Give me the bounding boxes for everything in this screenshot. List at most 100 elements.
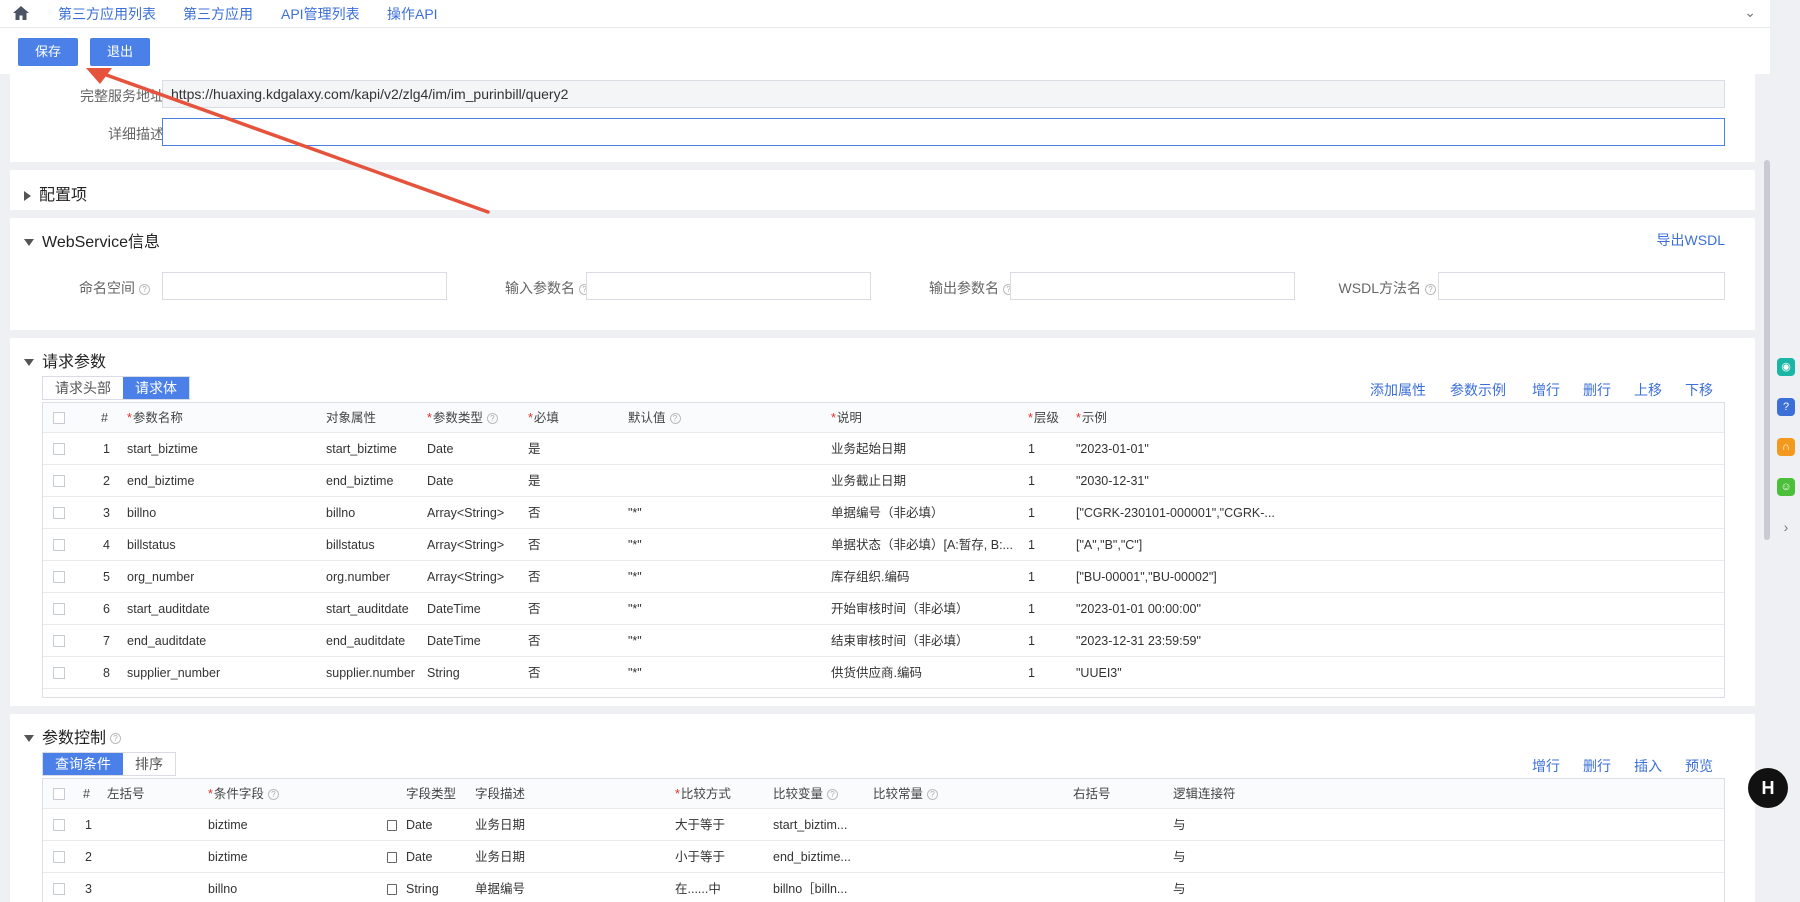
row-field-type[interactable]: Date: [406, 841, 432, 873]
row-checkbox[interactable]: [53, 603, 65, 615]
row-index[interactable]: 5: [103, 561, 110, 593]
copy-icon[interactable]: [387, 852, 397, 863]
add-row-link[interactable]: 增行: [1532, 756, 1560, 776]
expand-icon[interactable]: ›: [1777, 518, 1795, 536]
row-compare-mode[interactable]: 小于等于: [675, 841, 725, 873]
row-param-type[interactable]: Array<String>: [427, 497, 504, 529]
row-condition-field[interactable]: billno: [208, 873, 237, 902]
row-param-type[interactable]: Date: [427, 433, 453, 465]
row-example[interactable]: ["CGRK-230101-000001","CGRK-...: [1076, 497, 1275, 529]
output-param-input[interactable]: [1010, 272, 1295, 300]
desc-field[interactable]: [162, 118, 1725, 146]
row-field-type[interactable]: Date: [406, 809, 432, 841]
row-level[interactable]: 1: [1028, 657, 1035, 689]
row-description[interactable]: 供货供应商.编码: [831, 657, 922, 689]
row-checkbox[interactable]: [53, 635, 65, 647]
row-logic-connector[interactable]: 与: [1173, 841, 1186, 873]
tab-query-condition[interactable]: 查询条件: [43, 753, 123, 775]
row-example[interactable]: "2023-12-31 23:59:59": [1076, 625, 1201, 657]
row-param-type[interactable]: Array<String>: [427, 529, 504, 561]
row-index[interactable]: 1: [103, 433, 110, 465]
row-required[interactable]: 是: [528, 465, 541, 497]
row-field-desc[interactable]: 业务日期: [475, 809, 525, 841]
copy-icon[interactable]: [387, 820, 397, 831]
row-param-type[interactable]: DateTime: [427, 593, 481, 625]
row-compare-var[interactable]: billno［billn...: [773, 873, 847, 902]
row-param-type[interactable]: Date: [427, 465, 453, 497]
row-condition-field[interactable]: biztime: [208, 809, 248, 841]
row-field-type[interactable]: String: [406, 873, 439, 902]
tab-api-list[interactable]: API管理列表: [281, 4, 360, 24]
save-button[interactable]: 保存: [18, 38, 78, 66]
row-example[interactable]: "2030-12-31": [1076, 465, 1149, 497]
row-level[interactable]: 1: [1028, 625, 1035, 657]
row-description[interactable]: 单据状态（非必填）[A:暂存, B:...: [831, 529, 1013, 561]
row-object-attr[interactable]: end_auditdate: [326, 625, 405, 657]
row-example[interactable]: ["BU-00001","BU-00002"]: [1076, 561, 1217, 593]
table-row[interactable]: 2 biztime Date 业务日期 小于等于 end_biztime... 与: [43, 841, 1724, 873]
row-default[interactable]: "*": [628, 497, 642, 529]
table-row[interactable]: 8 supplier_number supplier.number String 否 "*…: [43, 657, 1724, 689]
add-attribute-link[interactable]: 添加属性: [1370, 380, 1426, 400]
row-level[interactable]: 1: [1028, 465, 1035, 497]
chat-icon[interactable]: ◉: [1777, 358, 1795, 376]
row-object-attr[interactable]: end_biztime: [326, 465, 393, 497]
row-required[interactable]: 否: [528, 497, 541, 529]
row-object-attr[interactable]: start_biztime: [326, 433, 397, 465]
row-checkbox[interactable]: [53, 443, 65, 455]
row-description[interactable]: 业务起始日期: [831, 433, 906, 465]
row-param-name[interactable]: start_auditdate: [127, 593, 210, 625]
row-index[interactable]: 4: [103, 529, 110, 561]
page-scrollbar[interactable]: [1764, 160, 1770, 540]
row-param-name[interactable]: supplier_number: [127, 657, 220, 689]
input-param-input[interactable]: [586, 272, 871, 300]
row-index[interactable]: 1: [85, 809, 92, 841]
tab-sort[interactable]: 排序: [123, 753, 175, 775]
tab-request-body[interactable]: 请求体: [123, 377, 189, 399]
row-default[interactable]: "*": [628, 529, 642, 561]
row-example[interactable]: "2023-01-01": [1076, 433, 1149, 465]
table-row[interactable]: 3 billno String 单据编号 在......中 billno［billn...…: [43, 873, 1724, 902]
row-level[interactable]: 1: [1028, 561, 1035, 593]
wsdl-method-input[interactable]: [1438, 272, 1725, 300]
table-row[interactable]: 1 biztime Date 业务日期 大于等于 start_biztim... 与: [43, 809, 1724, 841]
row-description[interactable]: 单据编号（非必填）: [831, 497, 944, 529]
select-all-checkbox[interactable]: [53, 788, 65, 800]
row-checkbox[interactable]: [53, 475, 65, 487]
row-compare-var[interactable]: end_biztime...: [773, 841, 851, 873]
row-object-attr[interactable]: billno: [326, 497, 355, 529]
row-logic-connector[interactable]: 与: [1173, 873, 1186, 902]
collapse-tabs-icon[interactable]: ⌄: [1744, 4, 1756, 21]
headset-icon[interactable]: ∩: [1777, 438, 1795, 456]
row-field-desc[interactable]: 业务日期: [475, 841, 525, 873]
tab-app[interactable]: 第三方应用: [183, 4, 253, 24]
move-up-link[interactable]: 上移: [1634, 380, 1662, 400]
row-required[interactable]: 是: [528, 433, 541, 465]
row-index[interactable]: 7: [103, 625, 110, 657]
row-checkbox[interactable]: [53, 851, 65, 863]
row-param-type[interactable]: DateTime: [427, 625, 481, 657]
export-wsdl-link[interactable]: 导出WSDL: [1657, 230, 1725, 250]
row-param-name[interactable]: end_auditdate: [127, 625, 206, 657]
row-field-desc[interactable]: 单据编号: [475, 873, 525, 902]
row-param-type[interactable]: Array<String>: [427, 561, 504, 593]
row-required[interactable]: 否: [528, 657, 541, 689]
row-checkbox[interactable]: [53, 883, 65, 895]
row-description[interactable]: 结束审核时间（非必填）: [831, 625, 969, 657]
row-param-name[interactable]: start_biztime: [127, 433, 198, 465]
insert-row-link[interactable]: 插入: [1634, 756, 1662, 776]
row-checkbox[interactable]: [53, 539, 65, 551]
row-default[interactable]: "*": [628, 657, 642, 689]
delete-row-link[interactable]: 删行: [1583, 380, 1611, 400]
delete-row-link[interactable]: 删行: [1583, 756, 1611, 776]
row-param-name[interactable]: org_number: [127, 561, 194, 593]
row-index[interactable]: 2: [85, 841, 92, 873]
row-object-attr[interactable]: billstatus: [326, 529, 375, 561]
row-checkbox[interactable]: [53, 507, 65, 519]
row-logic-connector[interactable]: 与: [1173, 809, 1186, 841]
tab-request-header[interactable]: 请求头部: [43, 377, 123, 399]
request-section-toggle[interactable]: 请求参数: [24, 348, 106, 372]
table-row[interactable]: 2 end_biztime end_biztime Date 是 业务截止日期 1 "2030…: [43, 465, 1724, 497]
namespace-input[interactable]: [162, 272, 447, 300]
row-compare-mode[interactable]: 大于等于: [675, 809, 725, 841]
